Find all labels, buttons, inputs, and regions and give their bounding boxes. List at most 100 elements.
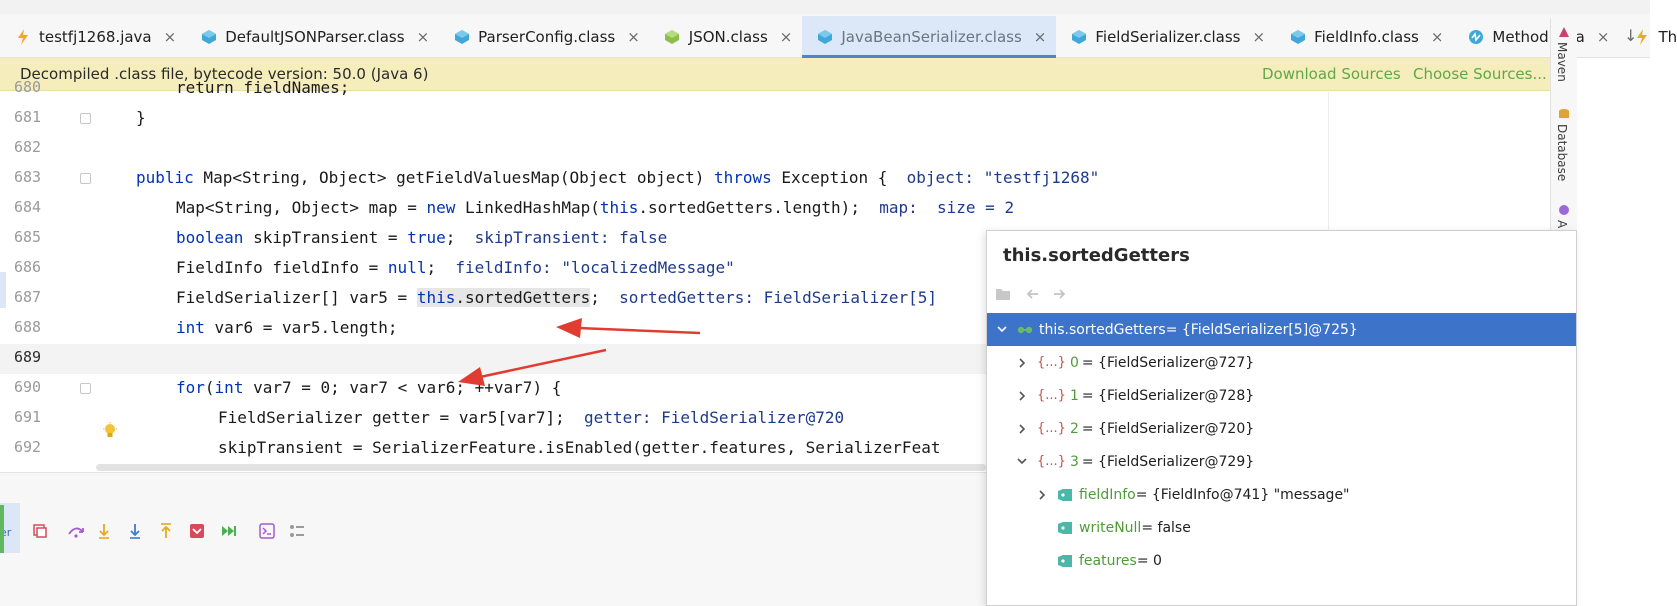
chevron-down-icon[interactable] (1015, 458, 1029, 465)
chevron-down-icon[interactable] (995, 326, 1009, 333)
drop-frame-button[interactable] (187, 521, 207, 541)
tree-row-element-0[interactable]: {...} 0 = {FieldSerializer@727} (987, 346, 1576, 379)
tab-javabeanserializer-class[interactable]: JavaBeanSerializer.class × (802, 16, 1057, 58)
step-into-button[interactable] (94, 521, 114, 541)
code-line-681[interactable]: 681 } (0, 104, 1550, 134)
code-text: } (136, 108, 146, 127)
code-line-682[interactable]: 682 (0, 134, 1550, 164)
code-line-684[interactable]: 684 Map<String, Object> map = new Linked… (0, 194, 1550, 224)
chevron-right-icon[interactable] (1015, 357, 1029, 368)
tab-json-class[interactable]: JSON.class × (650, 16, 803, 58)
code-text: FieldSerializer[] var5 = this.sortedGett… (176, 288, 938, 307)
close-icon[interactable]: × (164, 28, 177, 46)
debugger-active-marker (0, 505, 4, 553)
class-file-icon (816, 29, 833, 46)
field-name: features (1079, 552, 1137, 569)
force-step-into-button[interactable] (125, 521, 145, 541)
evaluate-expression-button[interactable] (257, 521, 277, 541)
editor-tab-bar: testfj1268.java × DefaultJSONParser.clas… (0, 0, 1677, 58)
folder-icon[interactable] (995, 287, 1011, 301)
java-run-icon (14, 29, 31, 46)
element-index: 2 (1069, 420, 1079, 437)
tree-row-field-fieldinfo[interactable]: fieldInfo = {FieldInfo@741} "message" (987, 478, 1576, 511)
code-text: int var6 = var5.length; (176, 318, 398, 337)
horizontal-scrollbar[interactable] (96, 464, 986, 471)
tree-row-element-1[interactable]: {...} 1 = {FieldSerializer@728} (987, 379, 1576, 412)
quick-evaluate-popup: this.sortedGetters this.sortedGetters = … (986, 230, 1577, 606)
step-into-icon (99, 524, 109, 539)
field-value: = false (1141, 519, 1191, 536)
tree-row-field-features[interactable]: features = 0 (987, 544, 1576, 577)
fold-marker-icon[interactable] (80, 173, 91, 184)
frames-button[interactable] (30, 521, 50, 541)
step-out-button[interactable] (156, 521, 176, 541)
chevron-right-icon[interactable] (1035, 489, 1049, 500)
tab-label: DefaultJSONParser.class (225, 28, 405, 46)
plugin-icon (1559, 205, 1569, 215)
code-text: FieldSerializer getter = var5[var7]; get… (218, 408, 845, 427)
fold-marker-icon[interactable] (80, 383, 91, 394)
inline-debug-value: fieldInfo: "localizedMessage" (436, 258, 735, 277)
run-to-cursor-icon (222, 526, 236, 536)
tree-row-field-writenull[interactable]: writeNull = false (987, 511, 1576, 544)
close-icon[interactable]: × (417, 28, 430, 46)
inline-debug-value: skipTransient: false (455, 228, 668, 247)
list-settings-icon (290, 525, 304, 537)
tab-parserconfig-class[interactable]: ParserConfig.class × (439, 16, 650, 58)
code-text: FieldInfo fieldInfo = null; fieldInfo: "… (176, 258, 735, 277)
run-to-cursor-button[interactable] (218, 521, 238, 541)
step-out-icon (161, 523, 171, 538)
trace-settings-button[interactable] (287, 521, 307, 541)
array-element-icon: {...} (1037, 388, 1066, 403)
element-value: = {FieldSerializer@727} (1081, 354, 1255, 371)
code-text: skipTransient = SerializerFeature.isEnab… (218, 438, 941, 457)
chevron-right-icon[interactable] (1015, 423, 1029, 434)
popup-toolbar (995, 287, 1067, 301)
tab-fieldinfo-class[interactable]: FieldInfo.class × (1275, 16, 1453, 58)
line-number: 688 (14, 318, 42, 336)
class-file-icon (1070, 29, 1087, 46)
forward-arrow-icon[interactable] (1053, 288, 1067, 300)
inline-debug-value: sortedGetters: FieldSerializer[5] (599, 288, 938, 307)
tab-scroll-down-icon[interactable]: ↓ (1624, 26, 1637, 45)
back-arrow-icon[interactable] (1025, 288, 1039, 300)
extra-tool-button[interactable]: A (1555, 220, 1569, 228)
tree-row-element-3[interactable]: {...} 3 = {FieldSerializer@729} (987, 445, 1576, 478)
line-number: 684 (14, 198, 42, 216)
step-over-icon (68, 527, 84, 538)
watch-glasses-icon (1017, 326, 1033, 334)
close-icon[interactable]: × (1431, 28, 1444, 46)
tab-label: testfj1268.java (39, 28, 152, 46)
tab-row: testfj1268.java × DefaultJSONParser.clas… (0, 16, 1677, 58)
fold-marker-icon[interactable] (80, 113, 91, 124)
maven-tool-button[interactable]: Maven (1555, 42, 1569, 82)
close-icon[interactable]: × (780, 28, 793, 46)
line-number: 692 (14, 438, 42, 456)
tree-row-element-2[interactable]: {...} 2 = {FieldSerializer@720} (987, 412, 1576, 445)
tab-testfj1268-java[interactable]: testfj1268.java × (0, 16, 186, 58)
lightbulb-icon[interactable] (102, 422, 118, 440)
tab-label: JavaBeanSerializer.class (841, 28, 1022, 46)
close-icon[interactable]: × (1034, 28, 1047, 46)
step-over-button[interactable] (66, 521, 86, 541)
tab-defaultjsonparser-class[interactable]: DefaultJSONParser.class × (186, 16, 439, 58)
database-tool-button[interactable]: Database (1555, 124, 1569, 181)
popup-title: this.sortedGetters (1003, 245, 1190, 266)
code-line-683[interactable]: 683 public Map<String, Object> getFieldV… (0, 164, 1550, 194)
inline-debug-value: map: size = 2 (859, 198, 1015, 217)
tab-method-java[interactable]: Method.java × (1453, 16, 1619, 58)
line-number: 680 (14, 78, 42, 96)
close-icon[interactable]: × (1253, 28, 1266, 46)
close-icon[interactable]: × (627, 28, 640, 46)
code-text: Map<String, Object> map = new LinkedHash… (176, 198, 1015, 217)
class-file-icon (1289, 29, 1306, 46)
line-number: 691 (14, 408, 42, 426)
tab-label: Throwable.ja (1658, 28, 1677, 46)
chevron-right-icon[interactable] (1015, 390, 1029, 401)
element-value: = {FieldSerializer@720} (1081, 420, 1255, 437)
tab-fieldserializer-class[interactable]: FieldSerializer.class × (1056, 16, 1275, 58)
code-line-680[interactable]: 680 return fieldNames; (0, 74, 1550, 104)
field-value: = 0 (1136, 552, 1162, 569)
close-icon[interactable]: × (1597, 28, 1610, 46)
tree-root-row[interactable]: this.sortedGetters = {FieldSerializer[5]… (987, 313, 1576, 346)
